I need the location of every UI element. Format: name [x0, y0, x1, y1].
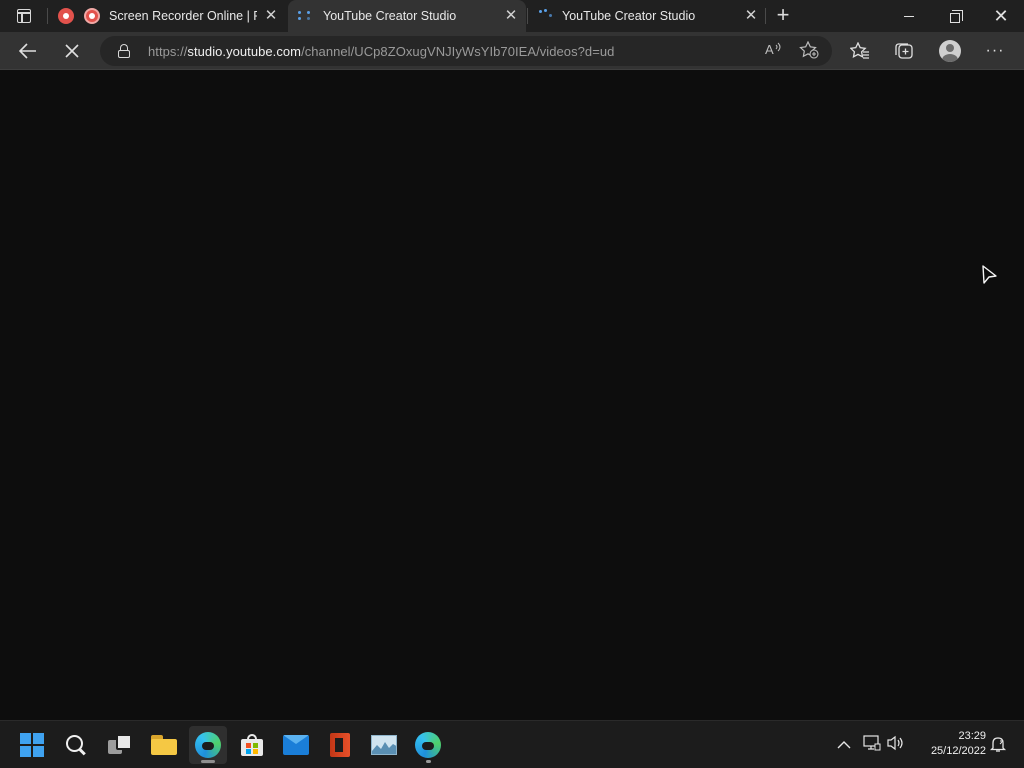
system-clock[interactable]: 23:29 25/12/2022	[916, 729, 986, 759]
task-view-button[interactable]	[101, 726, 139, 764]
tab-youtube-studio-active[interactable]: YouTube Creator Studio ✕	[288, 0, 526, 32]
address-bar[interactable]: https://studio.youtube.com/channel/UCp8Z…	[100, 36, 832, 66]
performance-monitor-button[interactable]	[365, 726, 403, 764]
record-icon	[58, 8, 74, 24]
url-path: /channel/UCp8ZOxugVNJIyWsYIb70IEA/videos…	[301, 44, 615, 59]
browser-titlebar: Screen Recorder Online | Re ✕ YouTube Cr…	[0, 0, 1024, 32]
running-indicator	[426, 760, 431, 763]
tab-title: YouTube Creator Studio	[323, 9, 457, 23]
notifications-button[interactable]	[988, 735, 1008, 755]
add-favorite-icon[interactable]	[799, 40, 819, 61]
more-icon: ···	[985, 42, 1005, 59]
collections-icon	[895, 43, 913, 59]
mail-icon	[283, 735, 309, 755]
microsoft-store-button[interactable]	[233, 726, 271, 764]
back-button[interactable]	[12, 35, 44, 67]
tab-title: YouTube Creator Studio	[562, 9, 696, 23]
network-icon[interactable]	[862, 735, 882, 755]
office-icon	[330, 733, 350, 757]
loading-spinner-icon	[298, 9, 312, 23]
back-icon	[19, 43, 36, 59]
file-explorer-icon	[151, 735, 177, 755]
mail-button[interactable]	[277, 726, 315, 764]
lock-icon[interactable]	[118, 44, 130, 58]
search-icon	[65, 734, 87, 756]
microsoft-store-icon	[241, 734, 263, 756]
file-explorer-button[interactable]	[145, 726, 183, 764]
close-tab-icon[interactable]: ✕	[264, 8, 278, 23]
office-button[interactable]	[321, 726, 359, 764]
new-tab-button[interactable]: +	[773, 4, 793, 26]
tab-title: Screen Recorder Online | Re	[109, 9, 257, 23]
profile-button[interactable]	[934, 35, 966, 67]
profile-icon	[939, 40, 961, 62]
stop-loading-icon	[65, 44, 79, 58]
close-window-button[interactable]: ✕	[978, 0, 1024, 32]
start-button[interactable]	[13, 726, 51, 764]
edge-taskbar-button[interactable]	[189, 726, 227, 764]
restore-button[interactable]	[932, 0, 978, 32]
edge-icon	[195, 732, 221, 758]
volume-icon[interactable]	[886, 735, 906, 755]
clock-date: 25/12/2022	[930, 745, 986, 757]
tab-youtube-studio[interactable]: YouTube Creator Studio ✕	[528, 0, 766, 32]
tab-separator	[47, 8, 48, 24]
loading-spinner-icon	[539, 9, 553, 23]
tab-separator	[765, 8, 766, 24]
close-tab-icon[interactable]: ✕	[744, 8, 758, 23]
url-host: studio.youtube.com	[187, 44, 302, 59]
mouse-cursor-icon	[982, 265, 997, 284]
favorites-icon	[850, 42, 869, 59]
notification-bell-icon	[989, 737, 1007, 752]
clock-time: 23:29	[958, 730, 986, 742]
performance-monitor-icon	[371, 735, 397, 755]
url-text[interactable]: https://studio.youtube.com/channel/UCp8Z…	[148, 44, 614, 59]
record-icon	[84, 8, 100, 24]
collections-button[interactable]	[888, 35, 920, 67]
task-view-icon	[108, 734, 132, 756]
chevron-up-icon	[837, 741, 851, 749]
edge-beta-button[interactable]	[409, 726, 447, 764]
svg-text:A: A	[765, 42, 774, 57]
more-options-button[interactable]: ···	[979, 35, 1011, 67]
url-scheme: https://	[148, 44, 188, 59]
start-icon	[20, 733, 44, 757]
stop-loading-button[interactable]	[56, 35, 88, 67]
show-hidden-icons-button[interactable]	[834, 735, 854, 755]
active-indicator	[201, 760, 215, 763]
edge-beta-icon	[415, 732, 441, 758]
minimize-button[interactable]	[886, 0, 932, 32]
tab-screen-recorder[interactable]: Screen Recorder Online | Re ✕	[50, 0, 286, 32]
taskbar: 23:29 25/12/2022	[0, 720, 1024, 768]
favorites-button[interactable]	[844, 35, 876, 67]
search-button[interactable]	[57, 726, 95, 764]
tab-actions-icon[interactable]	[8, 4, 40, 28]
read-aloud-icon[interactable]: A	[763, 41, 783, 61]
page-content[interactable]	[0, 71, 1024, 720]
browser-toolbar: https://studio.youtube.com/channel/UCp8Z…	[0, 32, 1024, 70]
close-tab-icon[interactable]: ✕	[504, 8, 518, 23]
